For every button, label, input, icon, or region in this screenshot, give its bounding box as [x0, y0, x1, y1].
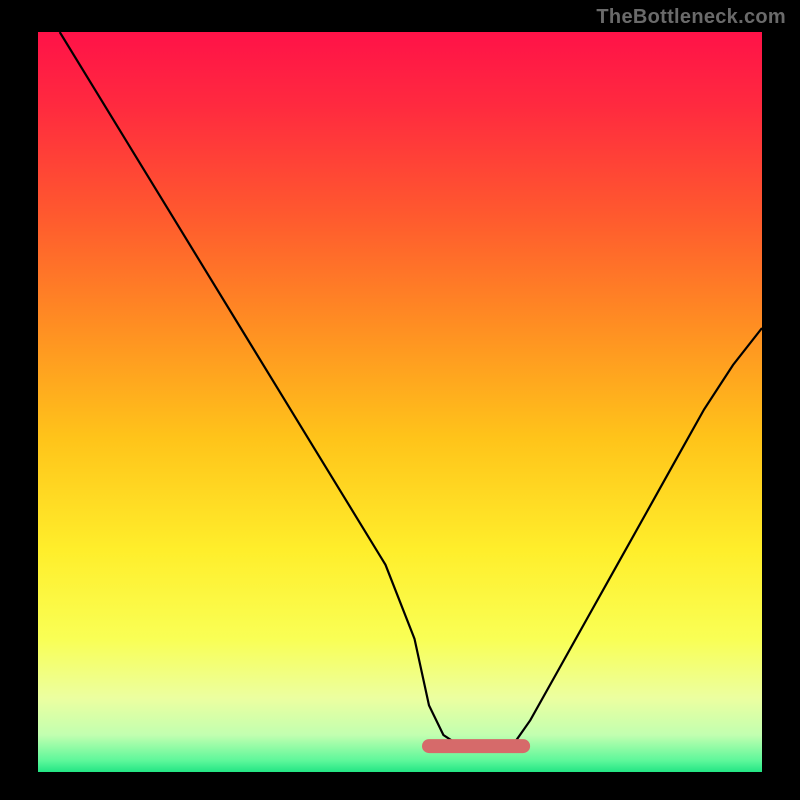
plot-area: [38, 32, 762, 772]
chart-frame: TheBottleneck.com: [0, 0, 800, 800]
bottleneck-plot-svg: [38, 32, 762, 772]
watermark-text: TheBottleneck.com: [596, 6, 786, 29]
gradient-background: [38, 32, 762, 772]
